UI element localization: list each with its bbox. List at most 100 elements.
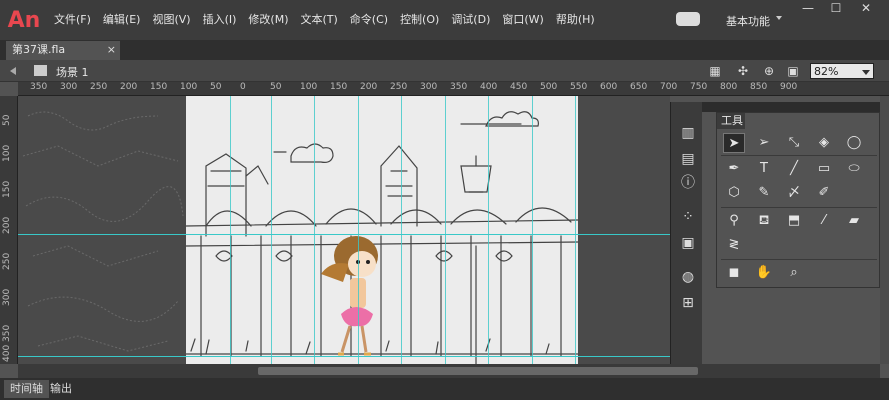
eraser-tool-icon[interactable]: ▰ [843,211,865,231]
vertical-guide[interactable] [358,96,359,364]
line-tool-icon[interactable]: ╱ [783,159,805,179]
camera-tool-icon[interactable]: ◼ [723,263,745,283]
hand-tool-icon[interactable]: ✋ [753,263,775,283]
polystar-tool-icon[interactable]: ⬡ [723,183,745,203]
pencil-tool-icon[interactable]: ✎ [753,183,775,203]
tab-timeline[interactable]: 时间轴 [4,380,49,398]
vertical-scrollbar[interactable] [880,96,889,364]
ruler-tick: 550 [570,82,588,92]
menu-file[interactable]: 文件(F) [48,0,97,40]
ruler-tick: 150 [2,180,12,198]
ruler-tick: 100 [2,144,12,162]
sync-settings-icon[interactable] [676,12,700,26]
paint-bucket-tool-icon[interactable]: ⛾ [753,211,775,231]
menu-edit[interactable]: 编辑(E) [97,0,147,40]
document-tab-bar: 第37课.fla (Canvas)* × [0,40,889,74]
maximize-button[interactable]: ☐ [822,0,850,18]
vertical-guide[interactable] [445,96,446,364]
ruler-tick: 900 [780,82,798,92]
divider [721,207,877,208]
menu-control[interactable]: 控制(O) [394,0,445,40]
chevron-down-icon[interactable] [776,16,782,20]
menu-modify[interactable]: 修改(M) [242,0,294,40]
text-tool-icon[interactable]: T [753,159,775,179]
transform-icon[interactable]: ⊞ [679,294,697,312]
eyedropper-tool-icon[interactable]: ⁄ [813,211,835,231]
horizontal-scrollbar[interactable] [18,364,880,378]
ruler-tick: 0 [240,82,246,92]
menu-commands[interactable]: 命令(C) [344,0,394,40]
lasso-tool-icon[interactable]: ◯ [843,133,865,153]
pasteboard[interactable] [18,96,670,364]
close-window-button[interactable]: ✕ [852,0,880,18]
workspace-selector[interactable]: 基本功能 [726,13,770,29]
ink-bottle-tool-icon[interactable]: ⬒ [783,211,805,231]
pen-tool-icon[interactable]: ✒ [723,159,745,179]
ruler-tick: 700 [660,82,678,92]
vertical-guide[interactable] [230,96,231,364]
subselection-tool-icon[interactable]: ➢ [753,133,775,153]
ruler-tick: 100 [180,82,198,92]
3d-rotation-tool-icon[interactable]: ◈ [813,133,835,153]
ruler-tick: 200 [360,82,378,92]
back-arrow-icon[interactable] [10,67,16,75]
document-tab[interactable]: 第37课.fla (Canvas)* × [6,41,120,74]
close-tab-icon[interactable]: × [107,41,116,59]
edit-scene-icon[interactable]: ▦ [708,64,722,78]
stage[interactable] [185,96,579,364]
color-palette-icon[interactable]: ◍ [679,268,697,286]
tab-output[interactable]: 输出 [44,380,78,398]
menu-view[interactable]: 视图(V) [146,0,196,40]
swatches-icon[interactable]: ⁘ [679,208,697,226]
minimize-button[interactable]: — [794,0,822,18]
components-icon[interactable]: ▣ [679,234,697,252]
ruler-tick: 300 [420,82,438,92]
library-icon[interactable]: ▥ [679,124,697,142]
horizontal-guide[interactable] [18,356,670,357]
free-transform-tool-icon[interactable]: ⤡ [783,133,805,153]
menu-help[interactable]: 帮助(H) [550,0,601,40]
vertical-guide[interactable] [401,96,402,364]
divider [721,259,877,260]
zoom-tool-icon[interactable]: ⌕ [783,263,805,283]
clip-content-icon[interactable]: ▣ [786,64,800,78]
vertical-guide[interactable] [271,96,272,364]
ruler-tick: 200 [2,216,12,234]
align-icon[interactable]: ▤ [679,150,697,168]
ruler-tick: 300 [2,288,12,306]
panel-header [702,102,880,112]
menu-window[interactable]: 窗口(W) [496,0,549,40]
menu-debug[interactable]: 调试(D) [445,0,496,40]
oval-tool-icon[interactable]: ⬭ [843,159,865,179]
horizontal-guide[interactable] [18,234,670,235]
ruler-tick: 500 [540,82,558,92]
vertical-guide[interactable] [314,96,315,364]
menu-text[interactable]: 文本(T) [294,0,343,40]
ruler-tick: 600 [600,82,618,92]
bone-tool-icon[interactable]: ⚲ [723,211,745,231]
tools-tab[interactable]: 工具 [717,113,745,129]
center-stage-icon[interactable]: ⊕ [762,64,776,78]
scrollbar-thumb[interactable] [258,367,698,375]
edit-symbol-icon[interactable]: ✣ [736,64,750,78]
vertical-guide[interactable] [575,96,576,364]
offstage-sketch [22,111,184,352]
vertical-guide[interactable] [488,96,489,364]
ruler-tick: 350 [2,324,12,342]
brush-tool-icon[interactable]: 〆 [783,183,805,203]
ruler-tick: 650 [630,82,648,92]
width-tool-icon[interactable]: ≷ [723,235,745,255]
paint-brush-tool-icon[interactable]: ✐ [813,183,835,203]
selection-tool-icon[interactable]: ➤ [723,133,745,153]
horizontal-ruler: 350 300 250 200 150 100 50 0 50 100 150 … [18,82,889,96]
ruler-tick: 350 [450,82,468,92]
rectangle-tool-icon[interactable]: ▭ [813,159,835,179]
ruler-tick: 300 [60,82,78,92]
ruler-tick: 50 [210,82,222,92]
ruler-tick: 400 [2,344,12,362]
menu-insert[interactable]: 插入(I) [197,0,243,40]
bottom-panel-tabs: 时间轴 输出 [0,378,889,400]
zoom-select[interactable]: 82% [810,63,874,79]
info-icon[interactable]: ⓘ [679,174,697,192]
vertical-guide[interactable] [532,96,533,364]
